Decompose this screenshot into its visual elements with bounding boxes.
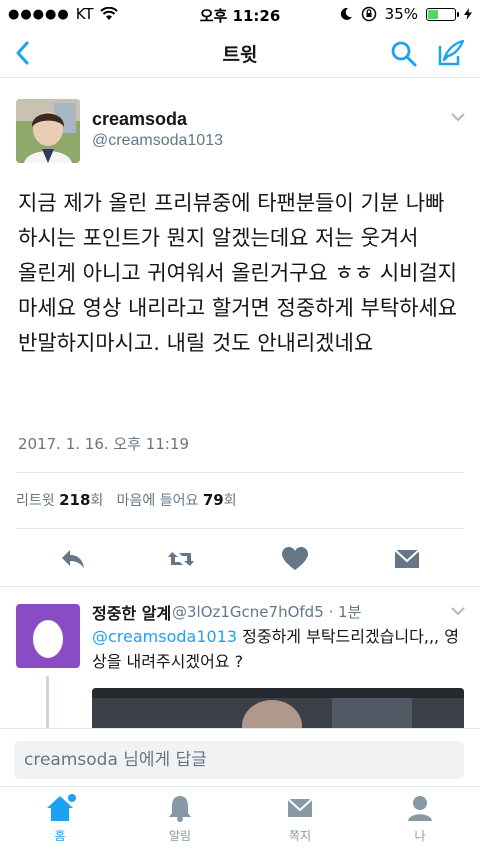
retweet-stat[interactable]: 리트윗 218회 [16, 491, 103, 509]
media-thumbnail[interactable] [92, 688, 464, 728]
like-count: 79 [202, 491, 224, 509]
chevron-down-icon[interactable] [450, 606, 466, 616]
moon-icon [340, 7, 352, 20]
mention-link[interactable]: @creamsoda1013 [92, 627, 237, 646]
user-handle[interactable]: @creamsoda1013 [92, 132, 223, 150]
thread-line [46, 676, 49, 728]
tab-notifications[interactable]: 알림 [140, 793, 220, 844]
nav-bar: 트윗 [0, 28, 480, 78]
egg-avatar[interactable] [16, 604, 80, 668]
tab-messages[interactable]: 쪽지 [260, 793, 340, 844]
tab-home[interactable]: 홈 [20, 793, 100, 844]
reply-input[interactable]: creamsoda 님에게 답글 [14, 741, 464, 779]
tab-me[interactable]: 나 [380, 793, 460, 844]
tweet-text: 지금 제가 올린 프리뷰중에 타팬분들이 기분 나빠 하시는 포인트가 뭔지 알… [18, 191, 458, 355]
retweet-icon[interactable] [166, 544, 196, 574]
reply-composer: creamsoda 님에게 답글 [0, 728, 480, 787]
battery-icon [426, 7, 459, 21]
battery-percent: 35% [384, 5, 418, 23]
like-stat[interactable]: 마음에 들어요 79회 [117, 491, 237, 509]
reply-icon[interactable] [58, 544, 88, 574]
search-icon[interactable] [390, 40, 418, 68]
battery-fill [428, 9, 438, 19]
divider [16, 472, 464, 473]
section-divider [0, 586, 480, 587]
compose-tweet-icon[interactable] [436, 38, 466, 68]
reply-tweet[interactable]: 정중한 알계 @3lOz1Gcne7hOfd5 · 1분 @creamsoda1… [0, 588, 480, 728]
avatar[interactable] [16, 99, 80, 163]
status-right: 35% [339, 5, 472, 23]
tab-bar: 홈 알림 쪽지 나 [0, 786, 480, 855]
home-icon [47, 794, 76, 821]
rotation-lock-icon [361, 6, 376, 22]
tweet-actions [0, 540, 480, 580]
person-icon [408, 796, 432, 821]
chevron-down-icon[interactable] [450, 112, 466, 122]
bell-icon [169, 796, 191, 822]
reply-display-name[interactable]: 정중한 알계 [92, 600, 171, 624]
heart-icon[interactable] [280, 544, 310, 574]
divider [16, 528, 464, 529]
envelope-icon [287, 798, 313, 817]
user-display-name[interactable]: creamsoda [92, 109, 187, 130]
status-bar: ●●●●● KT 오후 11:26 35% [0, 0, 480, 28]
direct-message-icon[interactable] [392, 544, 422, 574]
tweet-timestamp: 2017. 1. 16. 오후 11:19 [18, 435, 190, 453]
reply-text: @creamsoda1013 정중하게 부탁드리겠습니다,,, 영상을 내려주시… [92, 627, 459, 671]
tweet-stats: 리트윗 218회 마음에 들어요 79회 [16, 490, 237, 510]
retweet-count: 218 [59, 491, 91, 509]
charging-icon [464, 8, 472, 20]
reply-handle-time: @3lOz1Gcne7hOfd5 · 1분 [172, 603, 362, 621]
